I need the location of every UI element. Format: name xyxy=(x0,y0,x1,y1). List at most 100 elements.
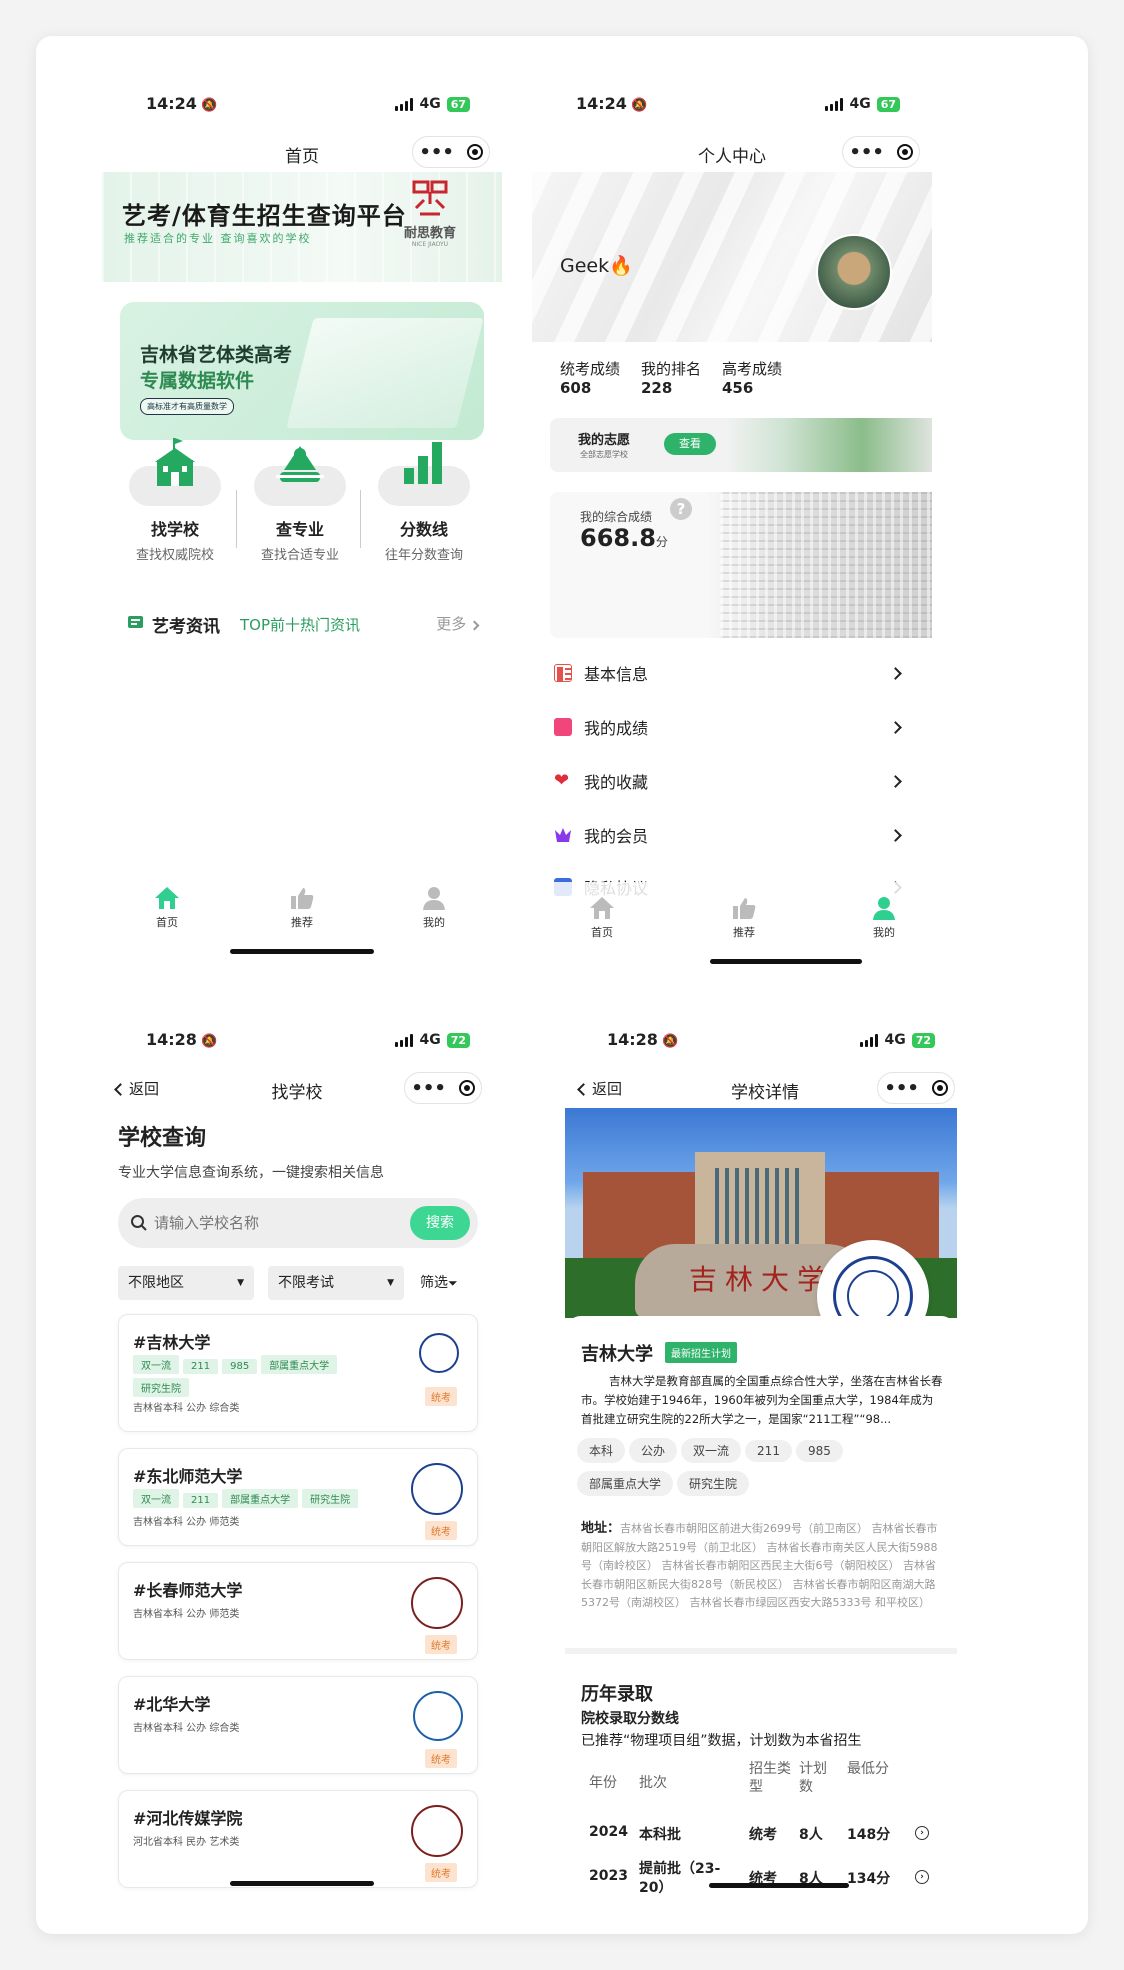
exam-badge: 统考 xyxy=(425,1635,457,1654)
divider xyxy=(236,490,237,548)
score-card[interactable]: 我的综合成绩 ? 668.8分 xyxy=(550,492,932,638)
close-target-icon[interactable] xyxy=(458,1080,475,1096)
feature-score-line[interactable]: 分数线 往年分数查询 xyxy=(369,442,479,563)
pill: 985 xyxy=(795,1440,843,1462)
stat-item[interactable]: 高考成绩 456 xyxy=(722,358,782,397)
exam-filter[interactable]: 不限考试 ▼ xyxy=(268,1266,404,1300)
tab-me[interactable]: 我的 xyxy=(844,896,924,940)
more-icon[interactable]: ••• xyxy=(884,1078,919,1099)
news-title: 艺考资讯 xyxy=(152,617,220,637)
stat-item[interactable]: 统考成绩 608 xyxy=(560,358,620,397)
address-label: 地址： xyxy=(581,1521,621,1536)
thumbs-up-icon xyxy=(291,888,314,909)
wish-card[interactable]: 我的志愿 全部志愿学校 查看 xyxy=(550,418,932,472)
document-icon xyxy=(554,664,572,682)
pill: 公办 xyxy=(629,1438,678,1463)
school-card[interactable]: #东北师范大学 双一流 211 部属重点大学 研究生院 吉林省本科 公办 师范类 统考 xyxy=(118,1448,478,1546)
mute-bell-icon: 🔕 xyxy=(661,1034,679,1049)
user-icon xyxy=(423,887,445,910)
mini-program-capsule[interactable]: ••• xyxy=(412,136,490,168)
menu-label: 我的会员 xyxy=(584,827,649,846)
school-logo xyxy=(411,1805,463,1857)
stat-label: 高考成绩 xyxy=(722,360,783,378)
recruit-plan-badge[interactable]: 最新招生计划 xyxy=(665,1342,737,1363)
avatar[interactable] xyxy=(816,234,892,310)
close-target-icon[interactable] xyxy=(466,144,483,160)
feature-title: 分数线 xyxy=(399,520,448,539)
school-name: #北华大学 xyxy=(133,1695,211,1714)
search-button[interactable]: 搜索 xyxy=(410,1206,470,1240)
school-card[interactable]: #吉林大学 双一流 211 985 部属重点大学研究生院 吉林省本科 公办 综合类 统… xyxy=(118,1314,478,1432)
tab-bar: 首页 推荐 我的 xyxy=(532,882,932,970)
exam-badge: 统考 xyxy=(425,1863,457,1882)
col-year: 年份 xyxy=(589,1775,617,1791)
feature-find-major[interactable]: 查专业 查找合适专业 xyxy=(245,446,355,563)
stat-value: 608 xyxy=(560,379,592,397)
feature-sub: 查找权威院校 xyxy=(135,548,214,563)
crown-icon xyxy=(554,826,572,844)
exam-badge: 统考 xyxy=(425,1749,457,1768)
stat-value: 228 xyxy=(641,379,673,397)
filter-button[interactable]: 筛选⏷ xyxy=(420,1272,458,1292)
wish-view-button[interactable]: 查看 xyxy=(664,433,716,455)
home-icon xyxy=(155,887,179,909)
table-row[interactable]: 2024 本科批 统考 8人 148分 › xyxy=(581,1824,951,1848)
mute-bell-icon: 🔕 xyxy=(200,1034,218,1049)
brand-logo-icon xyxy=(412,180,448,216)
promo-banner[interactable]: 吉林省艺体类高考 专属数据软件 高标准才有高质量数学 xyxy=(120,302,484,440)
school-detail-screen: 14:28 🔕 4G 72 返回 学校详情 ••• 吉林大学 吉林大学 最新招生计划… xyxy=(565,1016,965,1894)
search-icon xyxy=(131,1215,147,1231)
feature-find-school[interactable]: 找学校 查找权威院校 xyxy=(120,438,230,563)
tag: 985 xyxy=(222,1359,258,1374)
search-input[interactable] xyxy=(154,1210,374,1236)
battery-icon: 67 xyxy=(446,96,470,112)
menu-my-scores[interactable]: 我的成绩 xyxy=(554,707,908,747)
stat-item[interactable]: 我的排名 228 xyxy=(641,358,701,397)
chevron-right-icon xyxy=(889,720,902,734)
pill: 本科 xyxy=(577,1438,626,1463)
home-screen: 14:24 🔕 4G 67 首页 ••• 艺考/体育生招生查询平台 推荐适合的专业 … xyxy=(102,80,502,970)
help-icon[interactable]: ? xyxy=(670,498,692,520)
school-logo xyxy=(411,1577,463,1629)
chevron-right-icon xyxy=(889,774,902,788)
mini-program-capsule[interactable]: ••• xyxy=(877,1072,955,1104)
arrow-circle-icon[interactable]: › xyxy=(915,1870,929,1884)
tab-recommend[interactable]: 推荐 xyxy=(704,896,784,940)
cell: 提前批（23-20） xyxy=(639,1861,721,1894)
tag: 部属重点大学 xyxy=(261,1355,338,1374)
tag: 研究生院 xyxy=(302,1489,359,1508)
mini-program-capsule[interactable]: ••• xyxy=(404,1072,482,1104)
tab-home[interactable]: 首页 xyxy=(562,896,642,940)
col-type: 招生类型 xyxy=(749,1761,791,1795)
more-icon[interactable]: ••• xyxy=(419,142,454,163)
menu-label: 我的成绩 xyxy=(584,719,649,738)
cell: 统考 xyxy=(749,1827,777,1843)
region-filter[interactable]: 不限地区 ▼ xyxy=(118,1266,254,1300)
cell: 本科批 xyxy=(639,1827,681,1843)
more-icon[interactable]: ••• xyxy=(849,142,884,163)
cell: 2024 xyxy=(589,1824,628,1840)
arrow-circle-icon[interactable]: › xyxy=(915,1826,929,1840)
promo-line1: 吉林省艺体类高考 xyxy=(140,344,293,366)
menu-favorites[interactable]: ❤ 我的收藏 xyxy=(554,761,908,801)
table-row[interactable]: 2023 提前批（23-20） 统考 8人 134分 › xyxy=(581,1860,951,1894)
close-target-icon[interactable] xyxy=(896,144,913,160)
news-more-link[interactable]: 更多 xyxy=(436,613,480,634)
menu-basic-info[interactable]: 基本信息 xyxy=(554,653,908,693)
more-icon[interactable]: ••• xyxy=(411,1078,446,1099)
book-illustration xyxy=(286,318,484,428)
campus-stone-text: 吉林大学 xyxy=(689,1263,834,1296)
close-target-icon[interactable] xyxy=(931,1080,948,1096)
cell: 148分 xyxy=(847,1827,891,1843)
tab-recommend[interactable]: 推荐 xyxy=(262,886,342,930)
school-card[interactable]: #长春师范大学 吉林省本科 公办 师范类 统考 xyxy=(118,1562,478,1660)
tab-home[interactable]: 首页 xyxy=(127,886,207,930)
tab-me[interactable]: 我的 xyxy=(394,886,474,930)
school-card[interactable]: #河北传媒学院 河北省本科 民办 艺术类 统考 xyxy=(118,1790,478,1888)
menu-membership[interactable]: 我的会员 xyxy=(554,815,908,855)
nav-bar: 返回 找学校 ••• xyxy=(102,1068,502,1112)
nav-bar: 返回 学校详情 ••• xyxy=(565,1068,965,1112)
section-divider xyxy=(565,1648,957,1654)
school-card[interactable]: #北华大学 吉林省本科 公办 综合类 统考 xyxy=(118,1676,478,1774)
mini-program-capsule[interactable]: ••• xyxy=(842,136,920,168)
